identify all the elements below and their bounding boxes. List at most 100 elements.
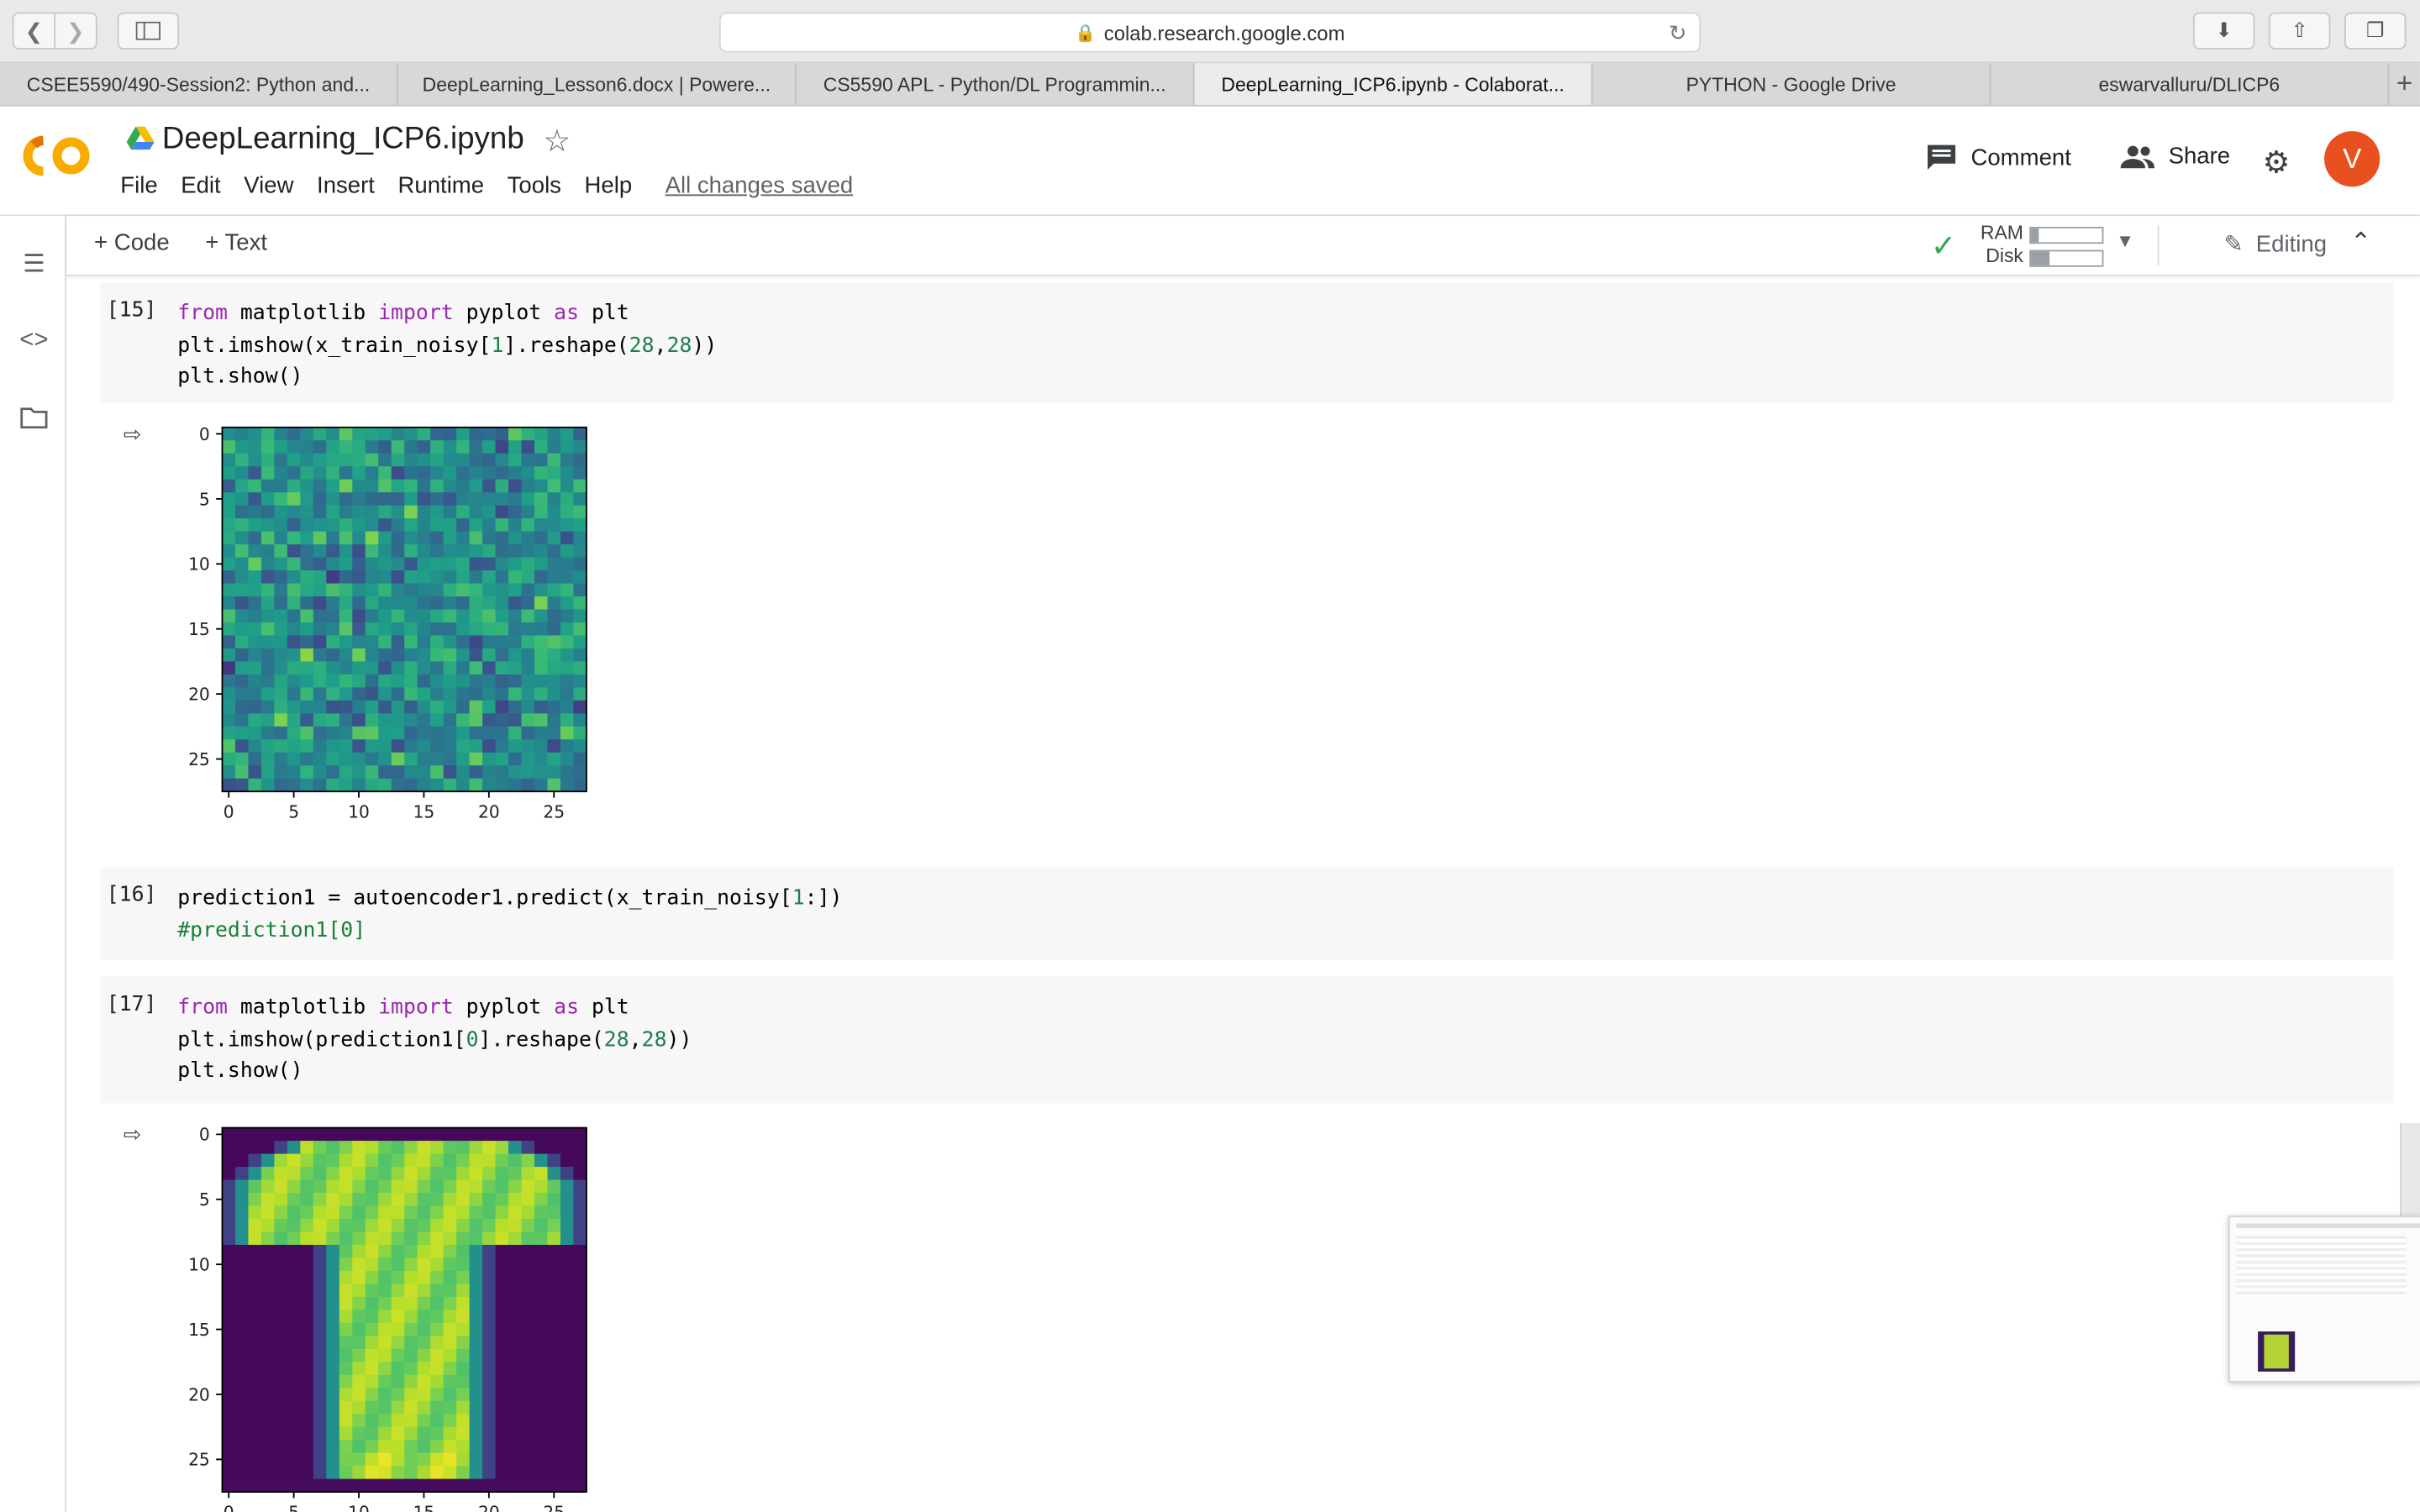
forward-button[interactable]: ❯ xyxy=(54,13,96,48)
pixel-cell xyxy=(547,635,561,649)
new-tab-button[interactable]: + xyxy=(2389,63,2420,105)
editing-mode-button[interactable]: ✎ Editing xyxy=(2224,230,2327,258)
code-token: import xyxy=(378,301,454,326)
pixel-cell xyxy=(313,1362,327,1376)
pixel-cell xyxy=(378,1141,392,1155)
reload-icon[interactable]: ↻ xyxy=(1669,20,1687,46)
address-bar[interactable]: 🔒 colab.research.google.com ↻ xyxy=(718,12,1702,53)
back-button[interactable]: ❮ xyxy=(14,14,55,48)
pixel-cell xyxy=(495,1400,509,1415)
pixel-cell xyxy=(234,687,249,701)
pixel-cell xyxy=(287,713,301,727)
add-code-label: Code xyxy=(113,229,170,256)
pixel-cell xyxy=(469,1348,483,1362)
pixel-cell xyxy=(260,713,275,727)
pixel-cell xyxy=(248,1336,262,1350)
add-code-button[interactable]: + Code xyxy=(94,230,170,256)
pixel-cell xyxy=(443,687,457,701)
pixel-cell xyxy=(573,427,587,441)
pixel-cell xyxy=(260,492,275,507)
pixel-cell xyxy=(365,1179,379,1194)
pixel-cell xyxy=(260,1362,275,1376)
pixel-cell xyxy=(378,1478,392,1493)
pixel-cell xyxy=(417,531,431,545)
settings-gear-icon[interactable]: ⚙ xyxy=(2263,144,2291,182)
pixel-cell xyxy=(573,505,587,519)
code-editor[interactable]: prediction1 = autoencoder1.predict(x_tra… xyxy=(177,883,842,946)
pixel-cell xyxy=(534,1284,549,1298)
pixel-cell xyxy=(300,713,314,727)
add-text-button[interactable]: + Text xyxy=(205,230,267,256)
menu-file[interactable]: File xyxy=(120,173,157,199)
tab-item[interactable]: DeepLearning_Lesson6.docx | Powere... xyxy=(398,63,797,105)
notebook-title[interactable]: DeepLearning_ICP6.ipynb xyxy=(162,122,524,157)
pixel-cell xyxy=(287,1179,301,1194)
pixel-cell xyxy=(287,1348,301,1362)
menu-tools[interactable]: Tools xyxy=(508,173,561,199)
screenshot-thumbnail[interactable] xyxy=(2228,1215,2420,1383)
code-cell[interactable]: [15] from matplotlib import pyplot as pl… xyxy=(100,282,2394,403)
comment-button[interactable]: Comment xyxy=(1926,144,2071,171)
pixel-cell xyxy=(508,1310,523,1324)
code-cell[interactable]: [16] prediction1 = autoencoder1.predict(… xyxy=(100,867,2394,960)
files-folder-icon[interactable] xyxy=(17,404,50,432)
sidebar-toggle-button[interactable] xyxy=(117,12,180,50)
pixel-cell xyxy=(248,1400,262,1415)
downloads-button[interactable]: ⬇ xyxy=(2192,12,2255,50)
code-snippets-icon[interactable]: <> xyxy=(17,327,50,354)
pixel-cell xyxy=(417,713,431,727)
pixel-cell xyxy=(391,739,405,753)
menu-view[interactable]: View xyxy=(244,173,293,199)
tabs-overview-button[interactable]: ❐ xyxy=(2344,12,2407,50)
menu-edit[interactable]: Edit xyxy=(181,173,220,199)
tab-item-active[interactable]: DeepLearning_ICP6.ipynb - Colaborat... xyxy=(1194,63,1593,105)
pixel-cell xyxy=(482,752,497,766)
pixel-cell xyxy=(352,505,366,519)
pixel-cell xyxy=(222,739,236,753)
scrollbar[interactable] xyxy=(2400,1123,2420,1216)
share-browser-button[interactable]: ⇧ xyxy=(2268,12,2331,50)
code-cell[interactable]: [17] from matplotlib import pyplot as pl… xyxy=(100,976,2394,1104)
pixel-cell xyxy=(508,778,523,792)
pixel-cell xyxy=(495,1193,509,1207)
pixel-cell xyxy=(508,427,523,441)
pixel-cell xyxy=(404,492,418,507)
output-toggle-icon[interactable]: ⇨ xyxy=(124,1121,151,1146)
pixel-cell xyxy=(443,1284,457,1298)
output-toggle-icon[interactable]: ⇨ xyxy=(124,421,151,445)
pixel-cell xyxy=(456,635,471,649)
menu-insert[interactable]: Insert xyxy=(317,173,375,199)
menu-runtime[interactable]: Runtime xyxy=(397,173,484,199)
pixel-cell xyxy=(234,713,249,727)
x-tick-label: 15 xyxy=(413,1502,435,1512)
pixel-cell xyxy=(547,1205,561,1220)
tab-item[interactable]: CSEE5590/490-Session2: Python and... xyxy=(0,63,398,105)
tab-item[interactable]: CS5590 APL - Python/DL Programmin... xyxy=(797,63,1195,105)
pixel-cell xyxy=(365,648,379,662)
code-editor[interactable]: from matplotlib import pyplot as plt plt.… xyxy=(177,297,717,392)
star-icon[interactable]: ☆ xyxy=(544,122,571,160)
collapse-header-icon[interactable]: ⌃ xyxy=(2350,227,2371,258)
y-tick-label: 5 xyxy=(199,489,210,509)
pixel-cell xyxy=(287,479,301,493)
share-button[interactable]: Share xyxy=(2120,144,2230,170)
pixel-cell xyxy=(260,570,275,585)
code-editor[interactable]: from matplotlib import pyplot as plt plt.… xyxy=(177,992,692,1087)
tab-item[interactable]: eswarvalluru/DLICP6 xyxy=(1991,63,2390,105)
save-status[interactable]: All changes saved xyxy=(666,173,854,199)
table-of-contents-icon[interactable]: ☰ xyxy=(17,250,50,277)
pixel-cell xyxy=(274,635,288,649)
pixel-cell xyxy=(534,1388,549,1402)
runtime-dropdown-icon[interactable]: ▼ xyxy=(2116,230,2134,252)
pixel-cell xyxy=(365,505,379,519)
code-token: ].reshape( xyxy=(503,332,629,358)
pixel-cell xyxy=(443,1388,457,1402)
tab-item[interactable]: PYTHON - Google Drive xyxy=(1592,63,1991,105)
avatar[interactable]: V xyxy=(2324,131,2381,187)
pixel-cell xyxy=(365,544,379,559)
pixel-cell xyxy=(560,1205,575,1220)
pixel-cell xyxy=(482,1400,497,1415)
menu-help[interactable]: Help xyxy=(585,173,633,199)
pixel-cell xyxy=(508,1322,523,1336)
pixel-cell xyxy=(430,765,445,780)
